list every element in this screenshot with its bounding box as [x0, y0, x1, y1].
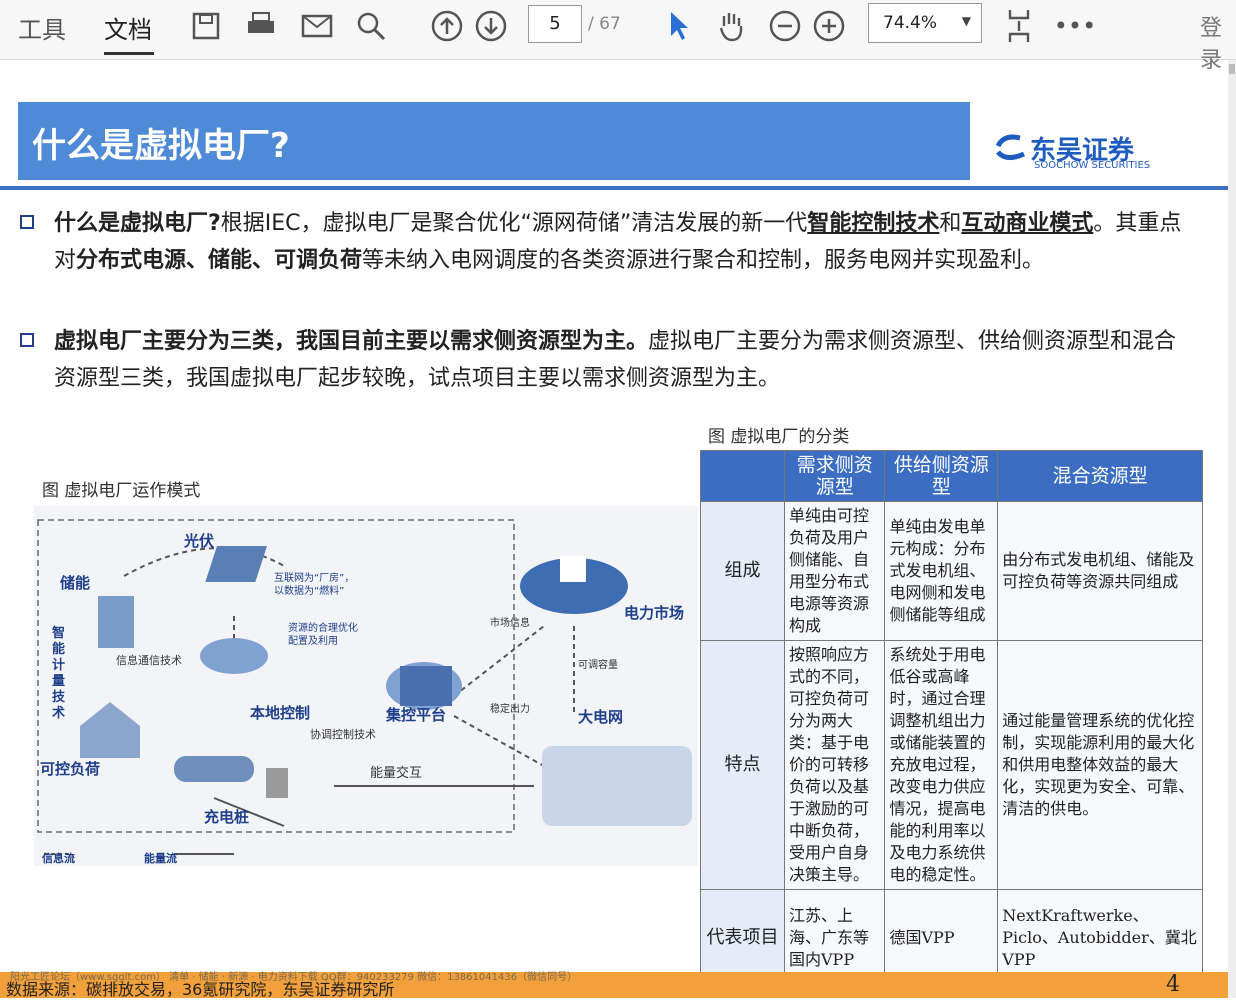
- internet-factory-label: 互联网为“厂房”，以数据为“燃料”: [274, 573, 355, 597]
- stable-output-label: 稳定出力: [490, 704, 530, 715]
- platform-label: 集控平台: [386, 706, 447, 724]
- pv-label: 光伏: [184, 532, 215, 550]
- vpp-classification-table: 需求侧资源型 供给侧资源型 混合资源型 组成 单纯由可控负荷及用户侧储能、自用型…: [700, 450, 1203, 986]
- table-row: 组成 单纯由可控负荷及用户侧储能、自用型分布式电源等资源构成 单纯由发电单元构成…: [700, 501, 1203, 641]
- table-cell: 通过能量管理系统的优化控制，实现能源利用的最大化和供用电整体效益的最大化，实现更…: [997, 640, 1203, 890]
- tab-tools[interactable]: 工具: [18, 10, 66, 45]
- scrollbar[interactable]: [1228, 60, 1236, 998]
- more-icon[interactable]: •••: [1054, 6, 1096, 46]
- p1-text: 根据IEC，虚拟电厂是聚合优化“源网荷储”清洁发展的新一代: [220, 211, 808, 236]
- soochow-logo-icon: [994, 132, 1028, 168]
- page-down-icon[interactable]: [470, 6, 512, 46]
- resource-opt-label: 资源的合理优化配置及利用: [288, 623, 358, 647]
- table-cell: 按照响应方式的不同，可控负荷可分为两大类：基于电价的可转移负荷以及基于激励的可中…: [783, 640, 886, 890]
- page-number-input[interactable]: 5: [528, 5, 582, 43]
- row-header: 特点: [700, 640, 785, 890]
- power-market-label: 电力市场: [624, 604, 685, 622]
- column-header: 需求侧资源型: [783, 450, 886, 502]
- row-header: 组成: [700, 501, 785, 641]
- adjustable-capacity-label: 可调容量: [578, 660, 618, 671]
- local-control-label: 本地控制: [250, 704, 311, 722]
- p1-bold-1: 智能控制技术: [807, 211, 940, 236]
- logo-english: SOOCHOW SECURITIES: [1034, 160, 1151, 171]
- mail-icon[interactable]: [296, 6, 338, 46]
- tab-document[interactable]: 文档: [104, 10, 152, 45]
- document-page: 什么是虚拟电厂? 东吴证券 SOOCHOW SECURITIES 什么是虚拟电厂…: [0, 74, 1228, 999]
- search-icon[interactable]: [350, 6, 392, 46]
- p1-text: 和: [939, 211, 962, 236]
- paragraph-1: 什么是虚拟电厂?根据IEC，虚拟电厂是聚合优化“源网荷储”清洁发展的新一代智能控…: [54, 205, 1194, 279]
- zoom-select[interactable]: 74.4% ▼: [868, 3, 982, 43]
- column-header: 供给侧资源型: [884, 450, 999, 502]
- coord-tech-label: 协调控制技术: [310, 728, 376, 741]
- table-header-row: 需求侧资源型 供给侧资源型 混合资源型: [700, 450, 1203, 502]
- charger-label: 充电桩: [204, 808, 250, 826]
- smart-meter-label: 智能计量技术: [52, 626, 66, 721]
- hand-tool-icon[interactable]: [710, 6, 752, 46]
- p1-lead: 什么是虚拟电厂?: [54, 211, 221, 236]
- fit-page-icon[interactable]: [998, 6, 1040, 46]
- table-cell: 单纯由发电单元构成：分布式发电机组、电网侧和发电侧储能等组成: [884, 501, 999, 641]
- energy-exchange-label: 能量交互: [370, 766, 423, 781]
- title-rule: [0, 186, 1228, 190]
- vpp-operation-diagram: 光伏 储能 智能计量技术 可控负荷 充电桩 信息通信技术 互联网为“厂房”，以数…: [34, 506, 698, 866]
- table-corner: [700, 450, 785, 502]
- save-icon[interactable]: [185, 6, 227, 46]
- p1-bold-2: 互动商业模式: [961, 211, 1094, 236]
- active-tab-indicator: [104, 52, 154, 55]
- slide-title-bar: 什么是虚拟电厂?: [18, 102, 970, 180]
- column-header: 混合资源型: [997, 450, 1203, 502]
- bullet-icon: [20, 333, 34, 347]
- p1-text: 等未纳入电网调度的各类资源进行聚合和控制，服务电网并实现盈利。: [362, 248, 1045, 273]
- table-cell: 系统处于用电低谷或高峰时，通过合理调整机组出力或储能装置的充放电过程，改变电力供…: [884, 640, 999, 890]
- right-figure-caption: 图 虚拟电厂的分类: [708, 427, 850, 447]
- table-row: 特点 按照响应方式的不同，可控负荷可分为两大类：基于电价的可转移负荷以及基于激励…: [700, 640, 1203, 890]
- info-tech-label: 信息通信技术: [116, 654, 182, 667]
- bullet-icon: [20, 215, 34, 229]
- zoom-out-icon[interactable]: [764, 6, 806, 46]
- zoom-in-icon[interactable]: [808, 6, 850, 46]
- watermark-line: 阳光工匠论坛（www.sgglt.com） 清单 · 储能 · 新源 · 电力资…: [10, 972, 578, 983]
- page-up-icon[interactable]: [426, 6, 468, 46]
- energy-flow-legend: 能量流: [144, 852, 177, 865]
- market-info-label: 市场信息: [490, 618, 530, 629]
- p2-lead: 虚拟电厂主要分为三类，我国目前主要以需求侧资源型为主。: [54, 329, 649, 354]
- info-flow-legend: 信息流: [42, 852, 75, 865]
- scrollbar-thumb[interactable]: [1229, 64, 1235, 74]
- toolbar: 工具 文档 5 / 67 74.4% ▼ ••• 登录: [0, 0, 1236, 73]
- table-cell: 单纯由可控负荷及用户侧储能、自用型分布式电源等资源构成: [783, 501, 886, 641]
- paragraph-2: 虚拟电厂主要分为三类，我国目前主要以需求侧资源型为主。虚拟电厂主要分为需求侧资源…: [54, 323, 1194, 397]
- print-icon[interactable]: [240, 6, 282, 46]
- controllable-load-label: 可控负荷: [40, 760, 101, 778]
- storage-label: 储能: [60, 574, 91, 592]
- chevron-down-icon: ▼: [961, 14, 971, 28]
- p1-bold-3: 分布式电源、储能、可调负荷: [76, 248, 363, 273]
- table-cell: 由分布式发电机组、储能及可控负荷等资源共同组成: [997, 501, 1203, 641]
- select-cursor-icon[interactable]: [658, 6, 700, 46]
- left-figure-caption: 图 虚拟电厂运作模式: [42, 481, 201, 501]
- zoom-value: 74.4%: [883, 13, 938, 33]
- grid-label: 大电网: [578, 708, 624, 726]
- page-number: 4: [1166, 972, 1180, 997]
- page-total: / 67: [588, 14, 621, 34]
- slide-title: 什么是虚拟电厂?: [32, 126, 290, 166]
